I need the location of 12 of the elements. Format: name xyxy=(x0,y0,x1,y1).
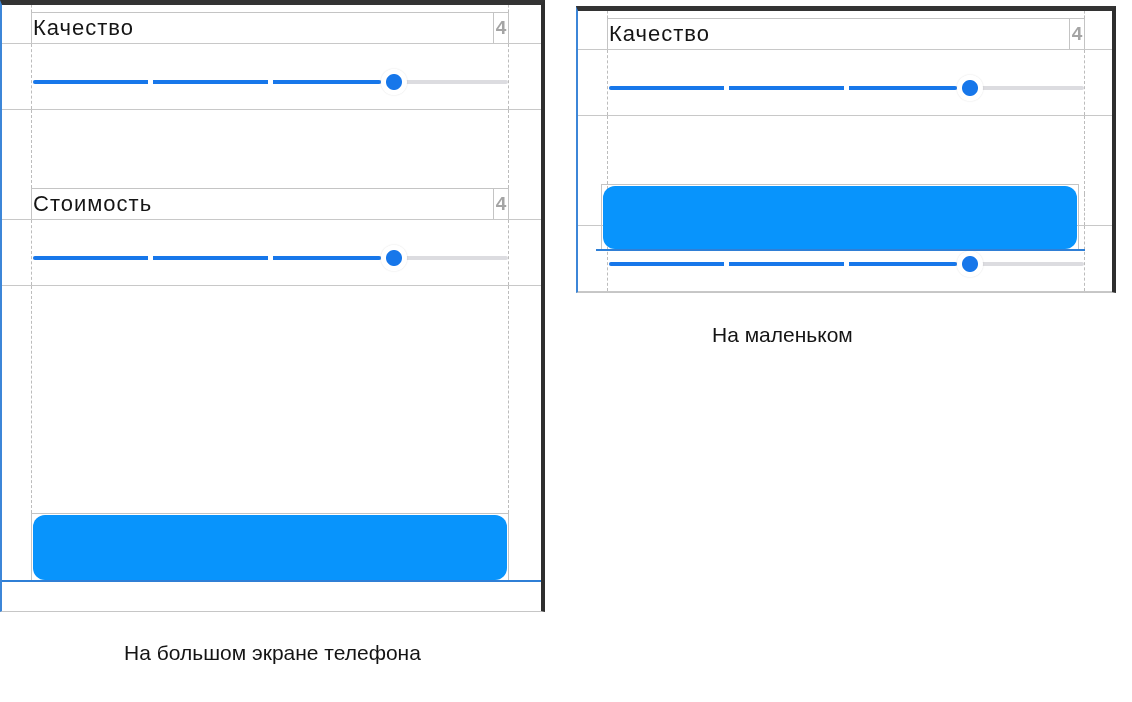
slider-thumb[interactable] xyxy=(957,251,983,277)
value-label: 4 xyxy=(493,13,508,43)
field-label: Качество xyxy=(608,21,712,47)
caption-text: На большом экране телефона xyxy=(124,641,421,664)
slider-thumb[interactable] xyxy=(381,69,407,95)
caption-text: На маленьком xyxy=(712,323,853,346)
value-label: 4 xyxy=(1069,19,1084,49)
field-label: Стоимость xyxy=(32,191,154,217)
field-label: Качество xyxy=(32,15,136,41)
value-label: 4 xyxy=(493,189,508,219)
slider-thumb[interactable] xyxy=(381,245,407,271)
slider-thumb[interactable] xyxy=(957,75,983,101)
